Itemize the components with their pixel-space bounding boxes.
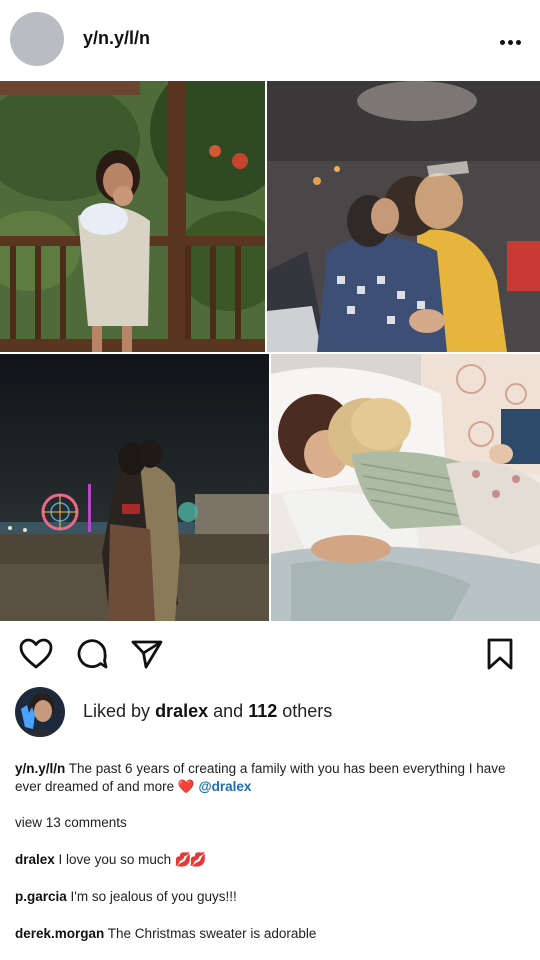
liked-by-user[interactable]: dralex bbox=[155, 701, 208, 721]
liked-by-prefix: Liked by bbox=[83, 701, 151, 721]
likes-count[interactable]: 112 bbox=[248, 701, 277, 721]
comment-username[interactable]: p.garcia bbox=[15, 889, 67, 904]
comment-item: dralex I love you so much 💋💋 bbox=[15, 852, 207, 868]
post-caption: y/n.y/l/n The past 6 years of creating a… bbox=[15, 760, 525, 796]
comment-text: I love you so much bbox=[58, 852, 172, 867]
comment-username[interactable]: derek.morgan bbox=[15, 926, 104, 941]
liked-by-and: and bbox=[213, 701, 244, 721]
comment-text: The Christmas sweater is adorable bbox=[107, 926, 317, 941]
photo-grid[interactable] bbox=[0, 81, 540, 621]
photo-couple-kissing-vintage[interactable] bbox=[267, 81, 540, 352]
post-header: y/n.y/l/n bbox=[0, 0, 540, 80]
photo-mother-baby-balcony[interactable] bbox=[0, 81, 265, 352]
comment-item: derek.morgan The Christmas sweater is ad… bbox=[15, 926, 316, 941]
more-options-icon[interactable] bbox=[494, 30, 526, 54]
share-icon[interactable] bbox=[129, 636, 165, 672]
comment-icon[interactable] bbox=[74, 636, 110, 672]
heart-icon[interactable] bbox=[18, 636, 54, 672]
liked-by-text: Liked by dralex and 112 others bbox=[83, 701, 332, 722]
caption-text: The past 6 years of creating a family wi… bbox=[15, 761, 506, 794]
view-comments-link[interactable]: view 13 comments bbox=[15, 815, 127, 830]
post-actions bbox=[0, 630, 540, 680]
bookmark-icon[interactable] bbox=[482, 636, 518, 672]
caption-username[interactable]: y/n.y/l/n bbox=[15, 761, 65, 776]
liker-avatar[interactable] bbox=[15, 687, 65, 737]
comment-item: p.garcia I'm so jealous of you guys!!! bbox=[15, 889, 237, 904]
likes-row: Liked by dralex and 112 others bbox=[0, 684, 540, 740]
kiss-lips-emoji: 💋💋 bbox=[174, 852, 207, 867]
comment-text: I'm so jealous of you guys!!! bbox=[70, 889, 237, 904]
red-heart-emoji: ❤️ bbox=[177, 779, 195, 794]
comment-username[interactable]: dralex bbox=[15, 852, 55, 867]
liked-by-suffix: others bbox=[282, 701, 333, 721]
photo-family-sleeping[interactable] bbox=[271, 354, 540, 621]
photo-couple-night-beach[interactable] bbox=[0, 354, 269, 621]
caption-mention[interactable]: @dralex bbox=[198, 779, 251, 794]
profile-avatar[interactable] bbox=[10, 12, 64, 66]
post-username[interactable]: y/n.y/l/n bbox=[83, 28, 150, 49]
